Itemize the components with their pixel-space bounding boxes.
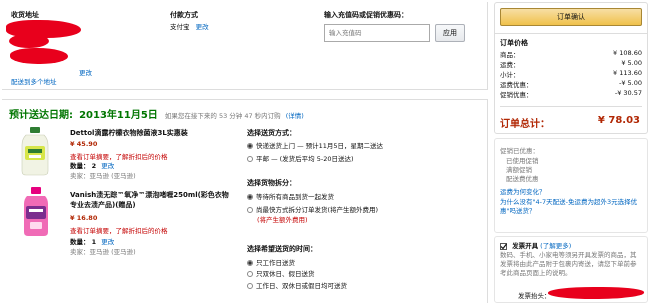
- shipping-change-link[interactable]: 运费为何变化？: [500, 186, 546, 196]
- invoice-checkbox-row[interactable]: 发票开具 (了解更多): [500, 240, 571, 250]
- summary-line-value: -¥ 30.57: [614, 89, 642, 97]
- item-2-discount-link[interactable]: 查看订单摘要，了解折扣后的价格: [70, 225, 168, 235]
- qty-label: 数量：: [70, 238, 90, 246]
- checkout-top-panel: [2, 2, 488, 90]
- summary-line-value: ¥ 108.60: [613, 49, 642, 57]
- time-option-any[interactable]: 工作日、双休日或假日均可送货: [247, 280, 347, 290]
- qty-label: 数量：: [70, 162, 90, 170]
- invoice-learn-more-link[interactable]: (了解更多): [540, 242, 571, 250]
- summary-title: 订单价格: [500, 39, 528, 47]
- option-label: 快递送货上门 — 预计11月5日，星期二送达: [256, 142, 384, 150]
- delivery-prefix: 预计送达日期:: [9, 110, 73, 121]
- delivery-details-link[interactable]: (详情): [286, 112, 304, 120]
- radio-button[interactable]: [247, 283, 253, 289]
- option-label: 尚最快方式拆分订单发货(将产生额外费用): [256, 206, 379, 214]
- dettol-bottle-icon: [21, 127, 49, 176]
- invoice-title-label: 发票抬头：: [518, 292, 551, 300]
- payment-title: 付款方式: [170, 11, 198, 19]
- dettol-product-image[interactable]: [18, 126, 54, 176]
- option-label: 只工作日送货: [256, 259, 295, 267]
- radio-button[interactable]: [247, 260, 253, 266]
- option-label: 等待所有商品到货一起发货: [256, 193, 334, 201]
- split-option-fastest[interactable]: 尚最快方式拆分订单发货(将产生额外费用): [247, 204, 378, 214]
- vanish-bottle-icon: [24, 187, 48, 236]
- place-order-button[interactable]: 订单确认: [500, 8, 642, 26]
- qty-value: 1: [91, 238, 97, 246]
- qty-change-link[interactable]: 更改: [101, 162, 114, 170]
- redacted-address: [9, 34, 49, 48]
- summary-line-label: 运费：: [500, 61, 520, 69]
- shipping-option-express[interactable]: 快递送货上门 — 预计11月5日，星期二送达: [247, 140, 383, 150]
- summary-lines: 商品： ¥ 108.60 运费： ¥ 5.00 小计： ¥ 113.60 运费优惠： -…: [500, 49, 642, 105]
- item-2-seller: 卖家：亚马逊 (亚马逊): [70, 248, 136, 256]
- radio-button[interactable]: [247, 194, 253, 200]
- delivery-date: 2013年11月5日: [79, 110, 158, 121]
- shipping-method-title: 选择送货方式：: [247, 129, 296, 137]
- time-option-weekends[interactable]: 只双休日、假日送货: [247, 268, 315, 278]
- summary-line-label: 促销优惠：: [500, 91, 533, 99]
- invoice-label: 发票开具: [512, 242, 539, 250]
- promo-info-line: 促销已优惠：: [500, 147, 539, 155]
- coupon-title: 输入充值码或促销优惠码：: [324, 11, 408, 19]
- radio-button[interactable]: [247, 271, 253, 277]
- item-2-price: ¥ 16.80: [70, 214, 98, 222]
- coupon-input[interactable]: [324, 24, 430, 42]
- item-1-seller: 卖家：亚马逊 (亚马逊): [70, 172, 136, 180]
- split-extra-fee-note: (将产生额外费用): [257, 216, 308, 224]
- radio-button[interactable]: [247, 143, 253, 149]
- ship-to-multiple-link[interactable]: 配送到多个地址: [11, 76, 57, 86]
- item-1-qty: 数量： 2 更改: [70, 160, 114, 170]
- split-title: 选择货物拆分：: [247, 179, 296, 187]
- summary-line-label: 小计：: [500, 71, 520, 79]
- checkbox-checked-icon[interactable]: [500, 242, 507, 250]
- address-change-link[interactable]: 更改: [79, 67, 92, 77]
- summary-line-value: ¥ 113.60: [613, 69, 642, 77]
- shipping-option-post[interactable]: 平邮 — (发货后平均 5-20日送达): [247, 153, 354, 163]
- option-label: 工作日、双休日或假日均可送货: [256, 282, 347, 290]
- item-2-qty: 数量： 1 更改: [70, 236, 114, 246]
- time-option-weekdays[interactable]: 只工作日送货: [247, 257, 295, 267]
- vanish-product-image[interactable]: [20, 186, 52, 238]
- order-total-value: ¥ 78.03: [597, 115, 640, 126]
- radio-button[interactable]: [247, 207, 253, 213]
- option-label: 平邮 — (发货后平均 5-20日送达): [256, 155, 354, 163]
- qty-change-link[interactable]: 更改: [101, 238, 114, 246]
- delivery-header: 预计送达日期: 2013年11月5日 如果您在接下来的 53 分钟 47 秒内订…: [9, 106, 304, 121]
- qty-value: 2: [91, 162, 97, 170]
- option-label: 只双休日、假日送货: [256, 270, 315, 278]
- redacted-address: [10, 48, 68, 64]
- order-total-label: 订单总计：: [500, 119, 550, 130]
- apply-coupon-button[interactable]: 应用: [435, 24, 465, 42]
- item-1-price: ¥ 45.90: [70, 140, 98, 148]
- free-shipping-info-link[interactable]: 为什么没有"4-7天配送-免运费为超外3元选择优惠"吗送货？: [500, 198, 642, 216]
- payment-value: 支付宝: [170, 23, 190, 31]
- radio-button[interactable]: [247, 156, 253, 162]
- item-1-name[interactable]: Dettol滴露柠檬衣物除菌液3L实惠装: [70, 128, 188, 138]
- payment-method: 支付宝 更改: [170, 21, 209, 31]
- split-option-together[interactable]: 等待所有商品到货一起发货: [247, 191, 334, 201]
- payment-change-link[interactable]: 更改: [196, 23, 209, 31]
- promo-info-line: 配送费优惠: [506, 175, 539, 183]
- invoice-description: 数码、手机、小家电等须另开具发票的商品，其发票将由此产品附于包裹内寄送，请您下单…: [500, 251, 637, 277]
- summary-line-value: -¥ 5.00: [618, 79, 642, 87]
- summary-divider: [495, 33, 647, 34]
- delivery-time-title: 选择希望送货的时间：: [247, 245, 317, 253]
- item-2-name[interactable]: Vanish渍无踪™氧净™漂泡啫喱250ml(彩色衣物专业去渍产品)(赠品): [70, 190, 230, 210]
- summary-total-divider: [500, 106, 642, 107]
- summary-line-label: 商品：: [500, 51, 520, 59]
- delivery-note: 如果您在接下来的 53 分钟 47 秒内订购: [164, 112, 281, 120]
- summary-line-value: ¥ 5.00: [621, 59, 642, 67]
- address-title: 收货地址: [11, 11, 39, 19]
- summary-line-label: 运费优惠：: [500, 81, 533, 89]
